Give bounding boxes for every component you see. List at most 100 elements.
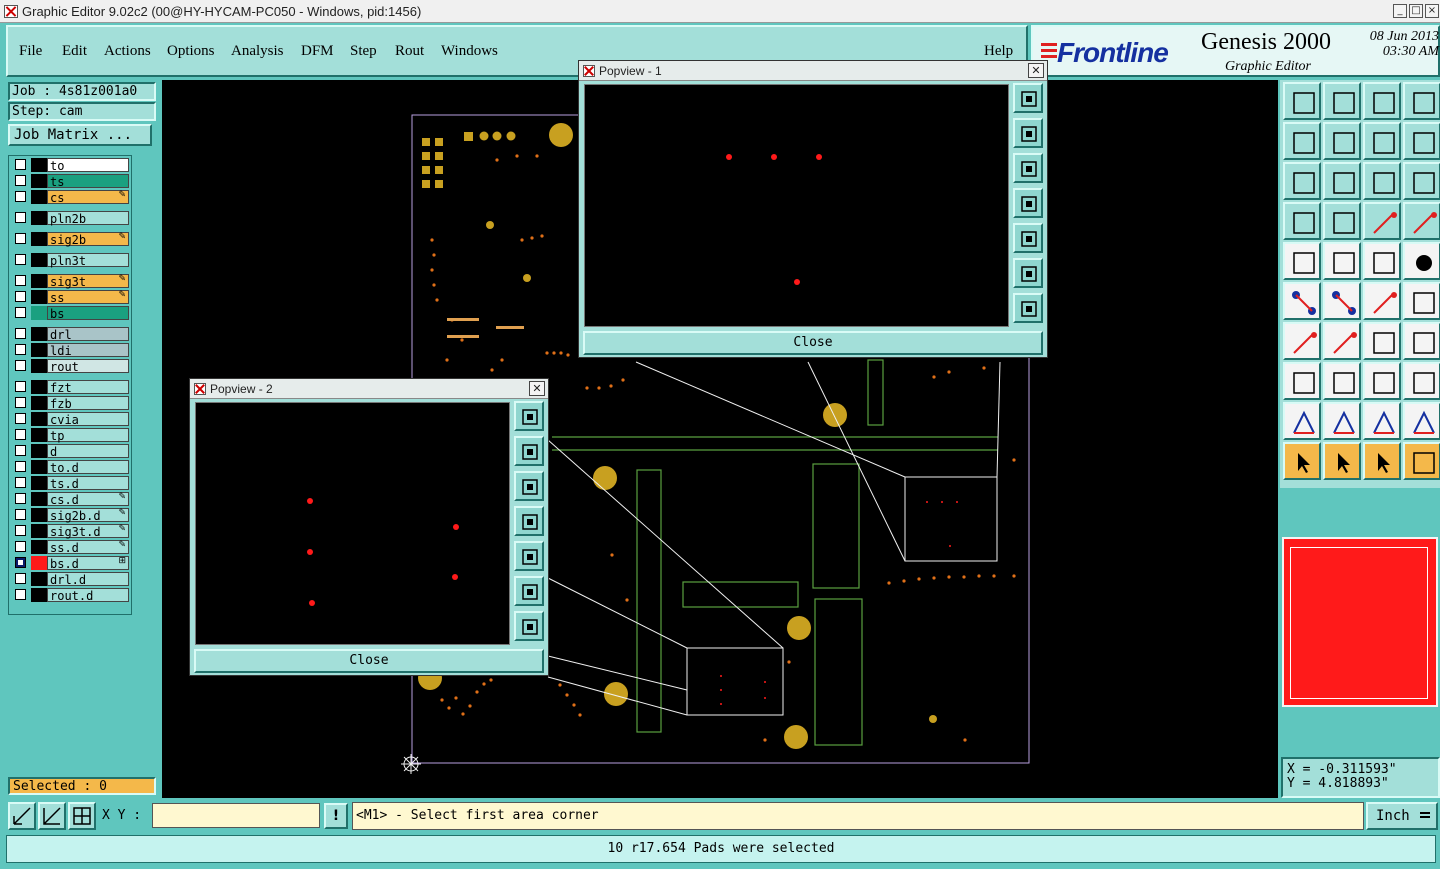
layer-checkbox[interactable] [15,344,26,355]
zoom-ratio-icon[interactable] [1363,162,1401,200]
pan-up-icon[interactable] [514,436,544,466]
units-selector[interactable]: Inch [1366,802,1438,830]
layer-row-fzb[interactable]: fzb [11,396,129,411]
snap-s-icon[interactable] [1403,122,1440,160]
layer-color-swatch[interactable] [31,290,47,304]
layer-color-swatch[interactable] [31,492,47,506]
layer-row-ts-d[interactable]: ts.d [11,476,129,491]
layer-checkbox[interactable] [15,275,26,286]
pointer-icon[interactable] [1283,442,1321,480]
layer-row-bs-d[interactable]: bs.d ⊞ [11,556,129,571]
layer-name[interactable]: ss [47,290,129,305]
layer-row-drl[interactable]: drl [11,327,129,342]
layer-checkbox[interactable] [15,525,26,536]
layer-row-rout-d[interactable]: rout.d [11,588,129,603]
layer-row-pln2b[interactable]: pln2b [11,211,129,226]
layer-color-swatch[interactable] [31,380,47,394]
properties-icon[interactable] [1283,202,1321,240]
layer-name[interactable]: to [47,158,129,173]
layer-name[interactable]: rout.d [47,588,129,603]
distance-icon[interactable] [1363,362,1401,400]
layer-checkbox[interactable] [15,191,26,202]
layer-color-swatch[interactable] [31,327,47,341]
exclamation-button[interactable]: ! [324,803,348,829]
layer-checkbox[interactable] [15,509,26,520]
layer-row-sig3t-d[interactable]: sig3t.d ✎ [11,524,129,539]
layer-row-to-d[interactable]: to.d [11,460,129,475]
layer-row-ts[interactable]: ts [11,174,129,189]
layer-checkbox[interactable] [15,461,26,472]
zoom-home-icon[interactable] [1013,83,1043,113]
pan-up-icon[interactable] [1013,118,1043,148]
open-job-icon[interactable] [1283,82,1321,120]
help-icon[interactable] [1403,162,1440,200]
layer-name[interactable]: ss.d [47,540,129,555]
layer-row-cvia[interactable]: cvia [11,412,129,427]
pan-down-icon[interactable] [514,471,544,501]
layer-name[interactable]: tp [47,428,129,443]
layer-row-sig3t[interactable]: sig3t ✎ [11,274,129,289]
layer-color-swatch[interactable] [31,428,47,442]
pan-down-icon[interactable] [1013,153,1043,183]
shapes-icon[interactable] [1403,362,1440,400]
layer-name[interactable]: cs.d [47,492,129,507]
layer-row-pln3t[interactable]: pln3t [11,253,129,268]
layer-checkbox[interactable] [15,541,26,552]
zoom-home-icon[interactable] [514,401,544,431]
layer-color-swatch[interactable] [31,253,47,267]
layer-color-swatch[interactable] [31,396,47,410]
layer-name[interactable]: rout [47,359,129,374]
popview-2-close-icon[interactable]: ✕ [529,381,545,396]
layer-name[interactable]: cs [47,190,129,205]
layer-checkbox[interactable] [15,445,26,456]
arc-icon[interactable] [1403,282,1440,320]
layer-name[interactable]: ts.d [47,476,129,491]
layer-checkbox[interactable] [15,254,26,265]
layer-row-drl-d[interactable]: drl.d [11,572,129,587]
job-matrix-button[interactable]: Job Matrix ... [8,124,152,146]
layer-checkbox[interactable] [15,413,26,424]
triangle-1-icon[interactable] [1283,402,1321,440]
layer-row-bs[interactable]: bs [11,306,129,321]
layer-color-swatch[interactable] [31,460,47,474]
measure-icon[interactable] [38,802,66,830]
menu-edit[interactable]: Edit [62,43,87,60]
zoom-fit-icon[interactable] [1013,258,1043,288]
triangle-3-icon[interactable] [1363,402,1401,440]
layer-color-swatch[interactable] [31,508,47,522]
xy-input[interactable] [152,803,320,828]
menu-rout[interactable]: Rout [395,43,424,60]
slash-red-icon[interactable] [1323,322,1361,360]
layer-row-sig2b[interactable]: sig2b ✎ [11,232,129,247]
layer-color-swatch[interactable] [31,343,47,357]
pan-left-icon[interactable] [1013,188,1043,218]
layer-color-swatch[interactable] [31,588,47,602]
layer-row-fzt[interactable]: fzt [11,380,129,395]
layer-checkbox[interactable] [15,573,26,584]
layer-checkbox[interactable] [15,381,26,392]
layer-row-ldi[interactable]: ldi [11,343,129,358]
layer-checkbox[interactable] [15,307,26,318]
net-icon[interactable] [1283,282,1321,320]
menu-options[interactable]: Options [167,43,215,60]
layer-name[interactable]: bs.d [47,556,129,571]
diagonal-red-icon[interactable] [1283,322,1321,360]
layer-row-cs[interactable]: cs ✎ [11,190,129,205]
pan-icon[interactable] [1323,162,1361,200]
pointer-2-icon[interactable] [1323,442,1361,480]
popview-1-close-icon[interactable]: ✕ [1028,63,1044,78]
layer-color-swatch[interactable] [31,572,47,586]
triangle-4-icon[interactable] [1403,402,1440,440]
layer-name[interactable]: fzb [47,396,129,411]
pad-square-icon[interactable] [1283,362,1321,400]
menu-analysis[interactable]: Analysis [231,43,284,60]
layer-name[interactable]: bs [47,306,129,321]
zoom-center-icon[interactable] [1013,293,1043,323]
layer-checkbox[interactable] [15,291,26,302]
grid-icon[interactable] [68,802,96,830]
menu-file[interactable]: File [19,43,42,60]
move-left-icon[interactable] [1283,122,1321,160]
layer-name[interactable]: ldi [47,343,129,358]
pointer-3-icon[interactable] [1363,442,1401,480]
ruler-icon[interactable] [1363,242,1401,280]
